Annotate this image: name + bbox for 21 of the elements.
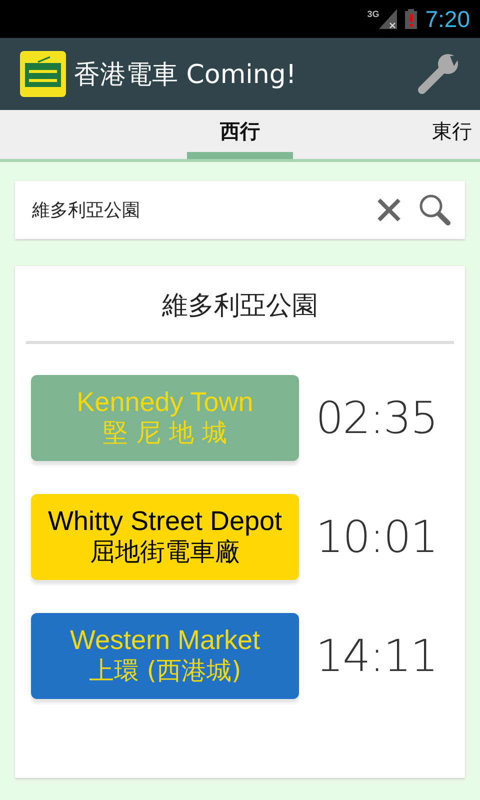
battery-icon <box>405 9 418 29</box>
destination-english: Kennedy Town <box>76 387 254 417</box>
destination-english: Whitty Street Depot <box>48 506 282 536</box>
destination-chinese: 堅 尼 地 城 <box>103 417 227 449</box>
tab[interactable]: 西行 <box>134 110 346 159</box>
arrival-time: 02:35 <box>314 392 438 444</box>
destination-chinese: 屈地街電車廠 <box>90 536 240 568</box>
clock: 7:20 <box>425 6 470 32</box>
tram-logo-icon <box>20 51 66 97</box>
close-icon[interactable] <box>375 196 403 224</box>
network-type: 3G <box>367 9 380 19</box>
search-icon[interactable] <box>419 194 451 226</box>
signal-icon <box>379 9 398 29</box>
tab[interactable]: 東行 <box>346 110 480 159</box>
arrival-time: 10:01 <box>314 512 438 562</box>
arrival-time: 14:11 <box>314 630 438 682</box>
app-title: 香港電車 Coming! <box>74 58 298 92</box>
destination-chinese: 上環 (西港城) <box>88 655 242 687</box>
destination-english: Western Market <box>70 625 260 655</box>
stop-title: 維多利亞公園 <box>26 266 454 344</box>
search-field[interactable]: 維多利亞公園 <box>15 181 465 239</box>
